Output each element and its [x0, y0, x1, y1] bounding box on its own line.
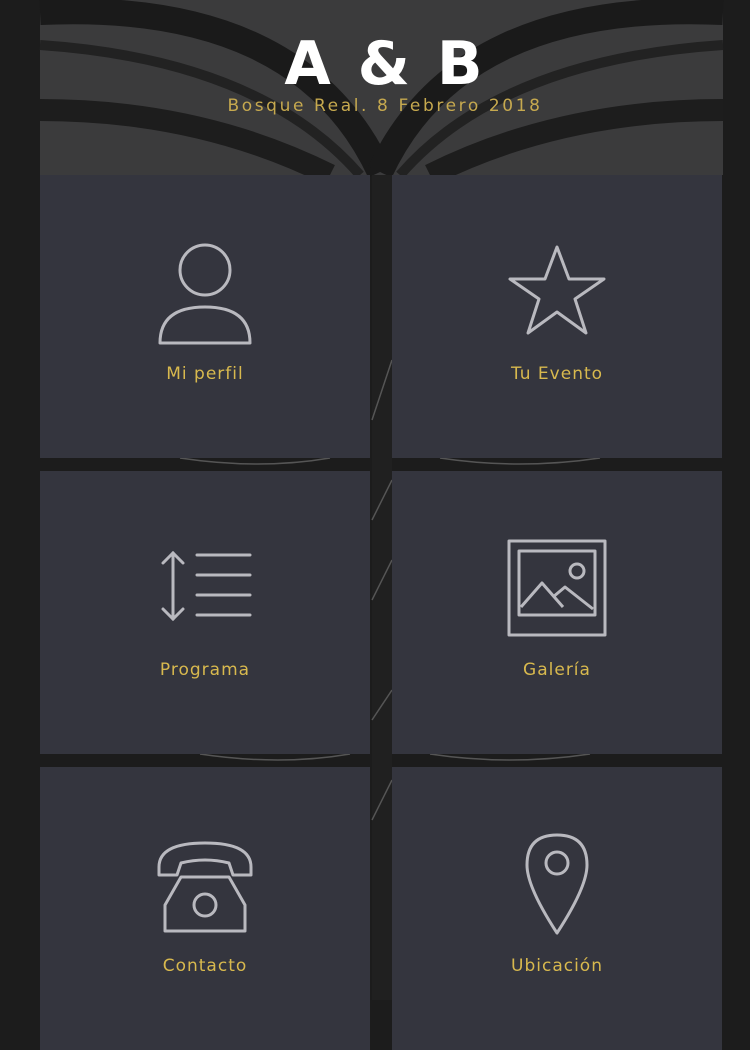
menu-tile-ubicacion[interactable]: Ubicación	[392, 767, 722, 1050]
star-icon	[497, 235, 617, 345]
menu-tile-label: Contacto	[162, 956, 248, 976]
menu-tile-mi-perfil[interactable]: Mi perfil	[40, 175, 370, 458]
menu-tile-label: Ubicación	[511, 956, 603, 976]
menu-tile-label: Tu Evento	[510, 364, 604, 384]
user-icon	[145, 235, 265, 345]
couple-initials-title: A & B	[284, 29, 486, 99]
menu-tile-contacto[interactable]: Contacto	[40, 767, 370, 1050]
location-pin-icon	[497, 827, 617, 937]
schedule-list-icon	[145, 531, 265, 641]
menu-tile-programa[interactable]: Programa	[40, 471, 370, 754]
menu-tile-label: Programa	[159, 660, 251, 680]
menu-tile-label: Mi perfil	[166, 364, 244, 384]
menu-tile-galeria[interactable]: Galería	[392, 471, 722, 754]
gallery-image-icon	[497, 531, 617, 641]
phone-icon	[145, 827, 265, 937]
menu-tile-tu-evento[interactable]: Tu Evento	[392, 175, 722, 458]
event-venue-date: Bosque Real. 8 Febrero 2018	[227, 96, 543, 116]
menu-tile-label: Galería	[523, 660, 591, 680]
